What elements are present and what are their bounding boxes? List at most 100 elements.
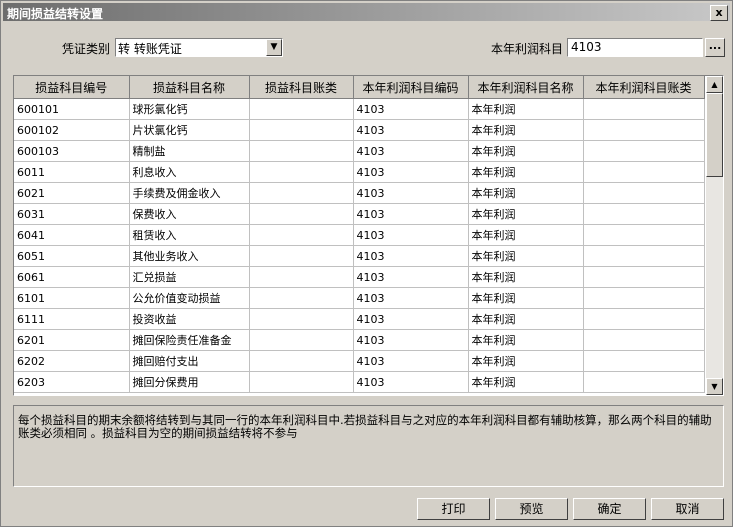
table-cell[interactable]: 6011	[14, 161, 130, 183]
table-row[interactable]: 6101 公允价值变动损益 4103 本年利润	[14, 287, 705, 309]
table-cell[interactable]: 4103	[353, 119, 469, 141]
table-cell[interactable]	[583, 224, 705, 246]
voucher-type-select[interactable]: 转 转账凭证 ▼	[115, 38, 283, 57]
table-cell[interactable]: 6101	[14, 287, 130, 309]
table-cell[interactable]: 投资收益	[129, 308, 250, 330]
table-cell[interactable]: 6031	[14, 203, 130, 225]
table-cell[interactable]	[583, 98, 705, 120]
table-cell[interactable]: 汇兑损益	[129, 266, 250, 288]
table-cell[interactable]: 精制盐	[129, 140, 250, 162]
table-cell[interactable]: 4103	[353, 329, 469, 351]
table-row[interactable]: 6201 摊回保险责任准备金 4103 本年利润	[14, 329, 705, 351]
table-cell[interactable]	[249, 203, 354, 225]
table-cell[interactable]: 公允价值变动损益	[129, 287, 250, 309]
table-cell[interactable]	[249, 287, 354, 309]
table-cell[interactable]: 本年利润	[468, 350, 584, 372]
table-cell[interactable]: 保费收入	[129, 203, 250, 225]
table-cell[interactable]: 4103	[353, 203, 469, 225]
table-cell[interactable]: 4103	[353, 140, 469, 162]
table-cell[interactable]	[583, 182, 705, 204]
table-cell[interactable]	[583, 329, 705, 351]
table-cell[interactable]: 6021	[14, 182, 130, 204]
table-cell[interactable]	[583, 203, 705, 225]
table-cell[interactable]: 4103	[353, 245, 469, 267]
table-cell[interactable]: 本年利润	[468, 140, 584, 162]
table-cell[interactable]	[249, 371, 354, 393]
table-cell[interactable]	[249, 182, 354, 204]
table-cell[interactable]: 本年利润	[468, 329, 584, 351]
table-cell[interactable]	[249, 140, 354, 162]
table-cell[interactable]: 本年利润	[468, 266, 584, 288]
table-cell[interactable]: 600103	[14, 140, 130, 162]
table-cell[interactable]: 本年利润	[468, 203, 584, 225]
table-cell[interactable]	[249, 98, 354, 120]
table-cell[interactable]: 4103	[353, 182, 469, 204]
cancel-button[interactable]: 取消	[651, 498, 724, 520]
preview-button[interactable]: 预览	[495, 498, 568, 520]
table-cell[interactable]: 租赁收入	[129, 224, 250, 246]
vertical-scrollbar[interactable]: ▲ ▼	[706, 76, 723, 395]
table-cell[interactable]: 球形氯化钙	[129, 98, 250, 120]
profit-account-input[interactable]: 4103	[567, 38, 703, 57]
table-cell[interactable]	[583, 308, 705, 330]
column-header[interactable]: 本年利润科目编码	[353, 76, 469, 99]
table-cell[interactable]: 手续费及佣金收入	[129, 182, 250, 204]
table-cell[interactable]: 4103	[353, 224, 469, 246]
dropdown-arrow-icon[interactable]: ▼	[266, 39, 282, 56]
table-cell[interactable]	[249, 119, 354, 141]
ok-button[interactable]: 确定	[573, 498, 646, 520]
table-cell[interactable]: 4103	[353, 350, 469, 372]
table-row[interactable]: 6031 保费收入 4103 本年利润	[14, 203, 705, 225]
table-row[interactable]: 6061 汇兑损益 4103 本年利润	[14, 266, 705, 288]
table-row[interactable]: 600101 球形氯化钙 4103 本年利润	[14, 98, 705, 120]
table-cell[interactable]: 4103	[353, 308, 469, 330]
table-cell[interactable]: 6041	[14, 224, 130, 246]
table-row[interactable]: 6011 利息收入 4103 本年利润	[14, 161, 705, 183]
table-row[interactable]: 600102 片状氯化钙 4103 本年利润	[14, 119, 705, 141]
table-cell[interactable]: 本年利润	[468, 245, 584, 267]
table-cell[interactable]: 4103	[353, 287, 469, 309]
table-cell[interactable]: 本年利润	[468, 308, 584, 330]
table-row[interactable]: 6051 其他业务收入 4103 本年利润	[14, 245, 705, 267]
table-cell[interactable]	[249, 266, 354, 288]
table-cell[interactable]: 4103	[353, 266, 469, 288]
table-cell[interactable]: 本年利润	[468, 119, 584, 141]
table-cell[interactable]	[249, 329, 354, 351]
table-cell[interactable]: 6201	[14, 329, 130, 351]
table-cell[interactable]: 片状氯化钙	[129, 119, 250, 141]
table-cell[interactable]: 本年利润	[468, 161, 584, 183]
column-header[interactable]: 损益科目名称	[129, 76, 250, 99]
table-cell[interactable]: 其他业务收入	[129, 245, 250, 267]
table-cell[interactable]: 4103	[353, 161, 469, 183]
table-cell[interactable]: 4103	[353, 371, 469, 393]
table-cell[interactable]: 4103	[353, 98, 469, 120]
table-cell[interactable]	[249, 161, 354, 183]
table-cell[interactable]: 本年利润	[468, 371, 584, 393]
table-cell[interactable]: 利息收入	[129, 161, 250, 183]
table-cell[interactable]: 本年利润	[468, 287, 584, 309]
scroll-thumb[interactable]	[706, 93, 723, 177]
table-row[interactable]: 6041 租赁收入 4103 本年利润	[14, 224, 705, 246]
table-cell[interactable]: 600101	[14, 98, 130, 120]
close-button[interactable]: x	[710, 5, 728, 21]
print-button[interactable]: 打印	[417, 498, 490, 520]
column-header[interactable]: 损益科目编号	[14, 76, 130, 99]
table-row[interactable]: 600103 精制盐 4103 本年利润	[14, 140, 705, 162]
table-cell[interactable]	[249, 308, 354, 330]
table-cell[interactable]: 6203	[14, 371, 130, 393]
table-cell[interactable]: 6061	[14, 266, 130, 288]
table-row[interactable]: 6203 摊回分保费用 4103 本年利润	[14, 371, 705, 393]
column-header[interactable]: 损益科目账类	[249, 76, 354, 99]
table-cell[interactable]	[583, 161, 705, 183]
table-row[interactable]: 6111 投资收益 4103 本年利润	[14, 308, 705, 330]
table-cell[interactable]: 摊回分保费用	[129, 371, 250, 393]
scroll-up-icon[interactable]: ▲	[706, 76, 723, 93]
table-cell[interactable]: 摊回赔付支出	[129, 350, 250, 372]
table-cell[interactable]: 本年利润	[468, 224, 584, 246]
title-bar[interactable]: 期间损益结转设置 x	[3, 3, 730, 21]
column-header[interactable]: 本年利润科目账类	[583, 76, 705, 99]
table-cell[interactable]	[583, 140, 705, 162]
table-cell[interactable]	[583, 266, 705, 288]
browse-account-button[interactable]: ...	[705, 38, 725, 57]
table-cell[interactable]	[249, 350, 354, 372]
